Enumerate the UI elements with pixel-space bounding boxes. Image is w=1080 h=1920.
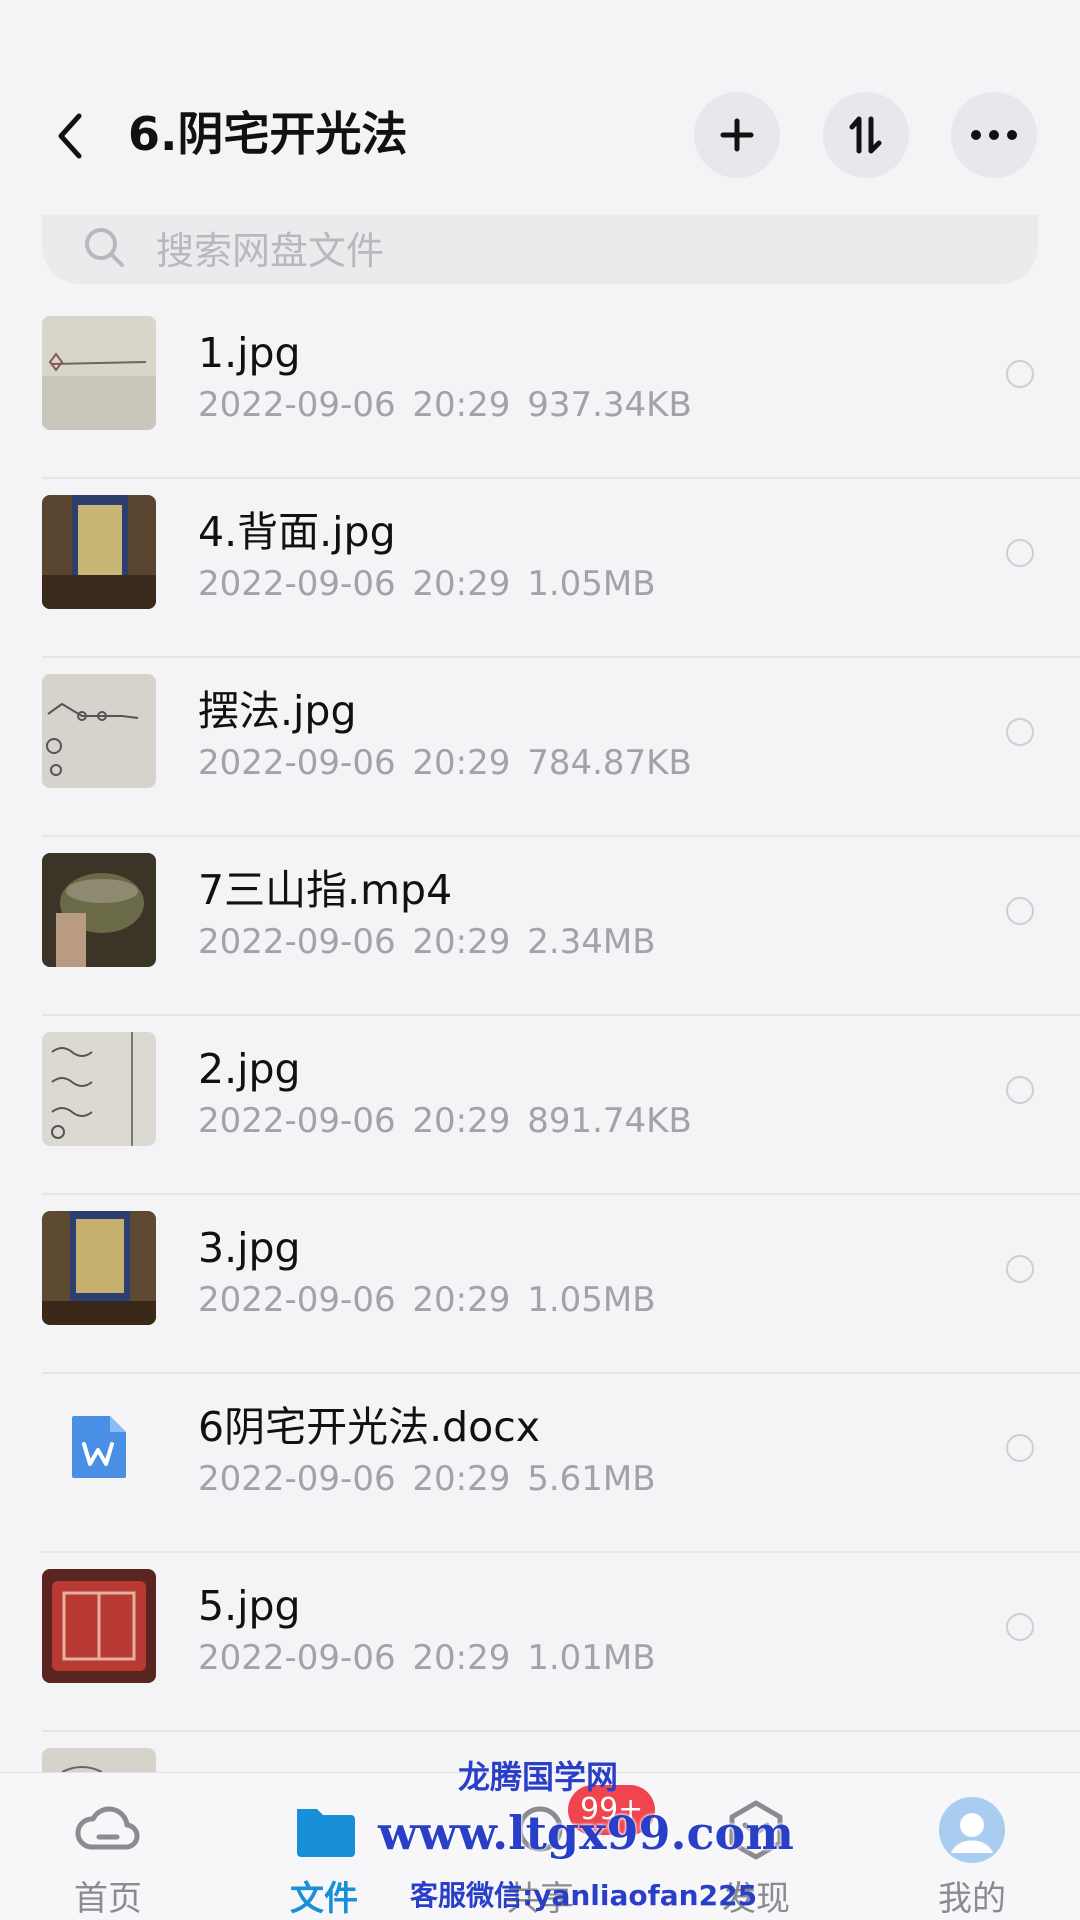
file-name: 7三山指.mp4 xyxy=(198,866,453,914)
file-name: 4.背面.jpg xyxy=(198,508,396,556)
image-thumbnail xyxy=(42,1211,156,1325)
sort-icon xyxy=(849,116,882,154)
select-radio[interactable] xyxy=(1006,539,1034,567)
sort-button[interactable] xyxy=(823,92,909,178)
avatar-icon xyxy=(939,1797,1005,1863)
cloud-icon xyxy=(75,1806,140,1850)
file-meta: 2022-09-06 20:29 937.34KB xyxy=(198,385,692,425)
watermark-contact: 客服微信:yanliaofan225 xyxy=(410,1879,758,1912)
select-radio[interactable] xyxy=(1006,1255,1034,1283)
watermark-site-name: 龙腾国学网 xyxy=(458,1758,619,1796)
more-dots-icon xyxy=(971,130,1017,140)
nav-mine-label: 我的 xyxy=(938,1879,1006,1919)
file-meta: 2022-09-06 20:29 1.05MB xyxy=(198,1280,656,1320)
select-radio[interactable] xyxy=(1006,1434,1034,1462)
select-radio[interactable] xyxy=(1006,1613,1034,1641)
nav-home[interactable]: 首页 xyxy=(38,1773,178,1920)
file-meta: 2022-09-06 20:29 1.05MB xyxy=(198,564,656,604)
watermark-url: www.ltgx99.com xyxy=(378,1806,794,1860)
select-radio[interactable] xyxy=(1006,897,1034,925)
file-meta: 2022-09-06 20:29 784.87KB xyxy=(198,743,692,783)
file-row[interactable]: 2.jpg 2022-09-06 20:29 891.74KB xyxy=(0,1016,1080,1195)
folder-icon xyxy=(297,1809,355,1857)
image-thumbnail xyxy=(42,1569,156,1683)
more-button[interactable] xyxy=(951,92,1037,178)
file-name: 6阴宅开光法.docx xyxy=(198,1403,541,1451)
image-thumbnail xyxy=(42,1032,156,1146)
file-meta: 2022-09-06 20:29 2.34MB xyxy=(198,922,656,962)
word-doc-icon xyxy=(42,1390,156,1504)
file-name: 3.jpg xyxy=(198,1224,301,1272)
file-row[interactable]: 6阴宅开光法.docx 2022-09-06 20:29 5.61MB xyxy=(0,1374,1080,1553)
search-input[interactable]: 搜索网盘文件 xyxy=(42,210,1038,284)
image-thumbnail xyxy=(42,674,156,788)
image-thumbnail xyxy=(42,495,156,609)
file-meta: 2022-09-06 20:29 1.01MB xyxy=(198,1638,656,1678)
select-radio[interactable] xyxy=(1006,1076,1034,1104)
file-row[interactable]: 7三山指.mp4 2022-09-06 20:29 2.34MB xyxy=(0,837,1080,1016)
add-button[interactable] xyxy=(694,92,780,178)
video-thumbnail xyxy=(42,853,156,967)
file-row[interactable]: 1.jpg 2022-09-06 20:29 937.34KB xyxy=(0,300,1080,479)
nav-files[interactable]: 文件 xyxy=(254,1773,394,1920)
select-radio[interactable] xyxy=(1006,718,1034,746)
plus-icon xyxy=(720,118,754,152)
file-meta: 2022-09-06 20:29 5.61MB xyxy=(198,1459,656,1499)
image-thumbnail xyxy=(42,316,156,430)
search-placeholder: 搜索网盘文件 xyxy=(156,228,385,273)
file-name: 2.jpg xyxy=(198,1045,301,1093)
header-bar: 6.阴宅开光法 xyxy=(0,0,1080,215)
select-radio[interactable] xyxy=(1006,360,1034,388)
file-row[interactable]: 4.背面.jpg 2022-09-06 20:29 1.05MB xyxy=(0,479,1080,658)
file-name: 1.jpg xyxy=(198,329,301,377)
file-row[interactable]: 3.jpg 2022-09-06 20:29 1.05MB xyxy=(0,1195,1080,1374)
file-meta: 2022-09-06 20:29 891.74KB xyxy=(198,1101,692,1141)
nav-mine[interactable]: 我的 xyxy=(902,1773,1042,1920)
file-row[interactable]: 摆法.jpg 2022-09-06 20:29 784.87KB xyxy=(0,658,1080,837)
nav-home-label: 首页 xyxy=(74,1879,142,1919)
file-list: 1.jpg 2022-09-06 20:29 937.34KB 4.背面.jpg… xyxy=(0,300,1080,1792)
chevron-left-icon xyxy=(58,113,82,159)
back-button[interactable] xyxy=(48,108,92,164)
file-row[interactable]: 5.jpg 2022-09-06 20:29 1.01MB xyxy=(0,1553,1080,1732)
search-icon xyxy=(82,225,126,269)
nav-files-label: 文件 xyxy=(290,1879,358,1919)
file-name: 5.jpg xyxy=(198,1582,301,1630)
file-name: 摆法.jpg xyxy=(198,687,357,735)
page-title: 6.阴宅开光法 xyxy=(128,107,408,161)
